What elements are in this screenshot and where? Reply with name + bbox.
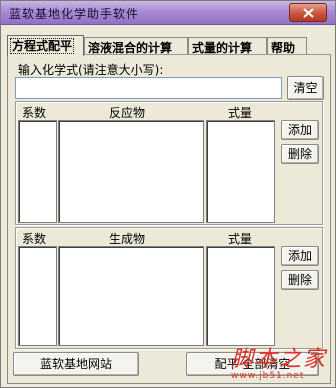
products-delete-button[interactable]: 删除	[281, 270, 319, 290]
products-group: 系数 生成物 式量 添加 删除	[15, 227, 323, 349]
reactants-delete-button[interactable]: 删除	[281, 144, 319, 164]
formula-input[interactable]	[15, 77, 282, 99]
reactants-substance-header: 反应物	[109, 106, 146, 120]
products-substance-header: 生成物	[109, 232, 146, 246]
close-button[interactable]	[289, 3, 327, 22]
reactants-substance-list[interactable]	[58, 120, 204, 223]
products-add-button[interactable]: 添加	[281, 246, 319, 266]
equation-balance-panel: 输入化学式(请注意大小写): 清空 系数 反应物 式量 添加 删除 系数 生成物…	[7, 54, 331, 384]
reactants-group: 系数 反应物 式量 添加 删除	[15, 101, 323, 225]
products-weight-header: 式量	[228, 232, 253, 246]
tab-solution-mixing[interactable]: 溶液混合的计算	[84, 37, 188, 55]
window-title: 蓝软基地化学助手软件	[9, 7, 140, 21]
title-bar[interactable]: 蓝软基地化学助手软件	[1, 1, 335, 25]
reactants-weight-list[interactable]	[206, 120, 275, 223]
reactants-coefficient-list[interactable]	[18, 120, 57, 223]
balance-clear-all-button[interactable]: 配平 全部清空	[186, 352, 319, 376]
products-coefficient-header: 系数	[22, 232, 47, 246]
products-coefficient-list[interactable]	[18, 246, 57, 346]
tab-equation-balance[interactable]: 方程式配平	[7, 35, 84, 56]
app-window: 蓝软基地化学助手软件 方程式配平 溶液混合的计算 式量的计算 帮助 输入化学式(…	[0, 0, 336, 388]
tab-formula-weight[interactable]: 式量的计算	[188, 37, 267, 55]
website-button[interactable]: 蓝软基地网站	[13, 352, 139, 376]
reactants-add-button[interactable]: 添加	[281, 120, 319, 140]
products-substance-list[interactable]	[58, 246, 204, 346]
products-weight-list[interactable]	[206, 246, 275, 346]
reactants-weight-header: 式量	[228, 106, 253, 120]
formula-input-label: 输入化学式(请注意大小写):	[18, 63, 164, 77]
clear-button[interactable]: 清空	[287, 76, 324, 100]
reactants-coefficient-header: 系数	[22, 106, 47, 120]
close-icon	[303, 8, 314, 18]
tab-strip: 方程式配平 溶液混合的计算 式量的计算 帮助	[7, 35, 331, 56]
tab-help[interactable]: 帮助	[267, 37, 307, 55]
